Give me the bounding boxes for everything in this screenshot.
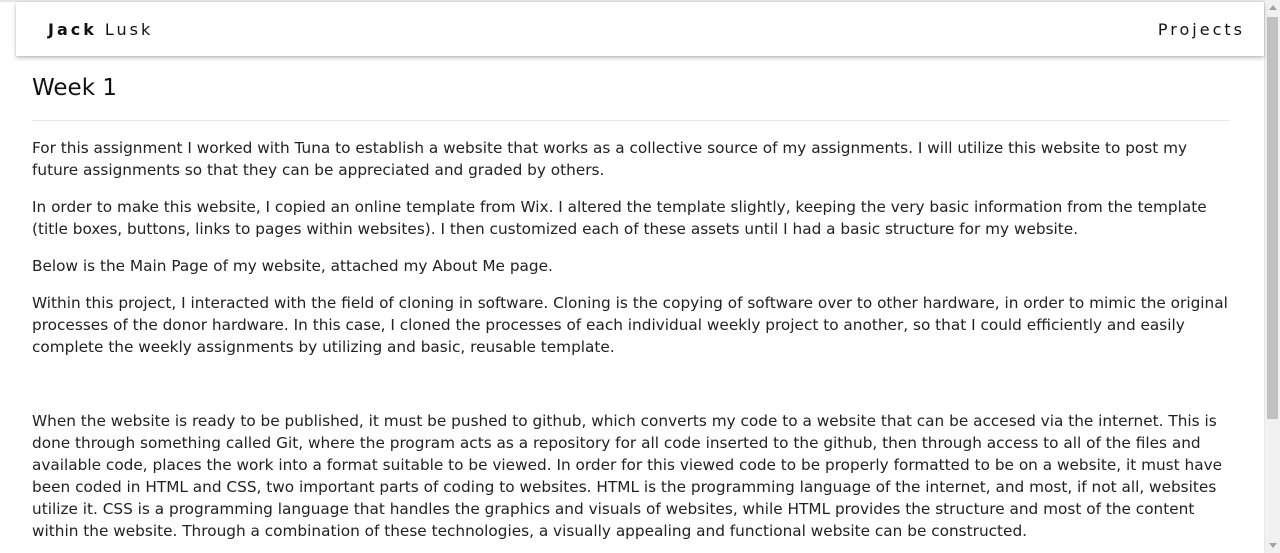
- title-divider: [32, 120, 1230, 121]
- vertical-scrollbar[interactable]: [1264, 0, 1280, 553]
- paragraph-template: In order to make this website, I copied …: [32, 198, 1207, 238]
- site-brand[interactable]: Jack Lusk: [48, 20, 153, 39]
- scroll-up-arrow-icon[interactable]: [1269, 5, 1277, 10]
- paragraph-cloning: Within this project, I interacted with t…: [32, 294, 1228, 356]
- nav-projects-link[interactable]: Projects: [1158, 20, 1245, 39]
- page-title: Week 1: [32, 75, 117, 101]
- browser-viewport: Jack Lusk Projects Week 1 For this assign…: [0, 0, 1280, 553]
- brand-last-name: Lusk: [104, 20, 154, 39]
- main-content: Week 1 For this assignment I worked with…: [32, 56, 1232, 553]
- scroll-down-arrow-icon[interactable]: [1269, 543, 1277, 548]
- paragraph-intro: For this assignment I worked with Tuna t…: [32, 139, 1188, 179]
- paragraph-github: When the website is ready to be publishe…: [32, 412, 1223, 540]
- paragraph-main-page: Below is the Main Page of my website, at…: [32, 257, 553, 275]
- article-body: For this assignment I worked with Tuna t…: [32, 137, 1232, 542]
- scrollbar-thumb[interactable]: [1267, 17, 1278, 419]
- top-navbar: Jack Lusk Projects: [16, 2, 1264, 56]
- brand-first-name: Jack: [48, 20, 97, 39]
